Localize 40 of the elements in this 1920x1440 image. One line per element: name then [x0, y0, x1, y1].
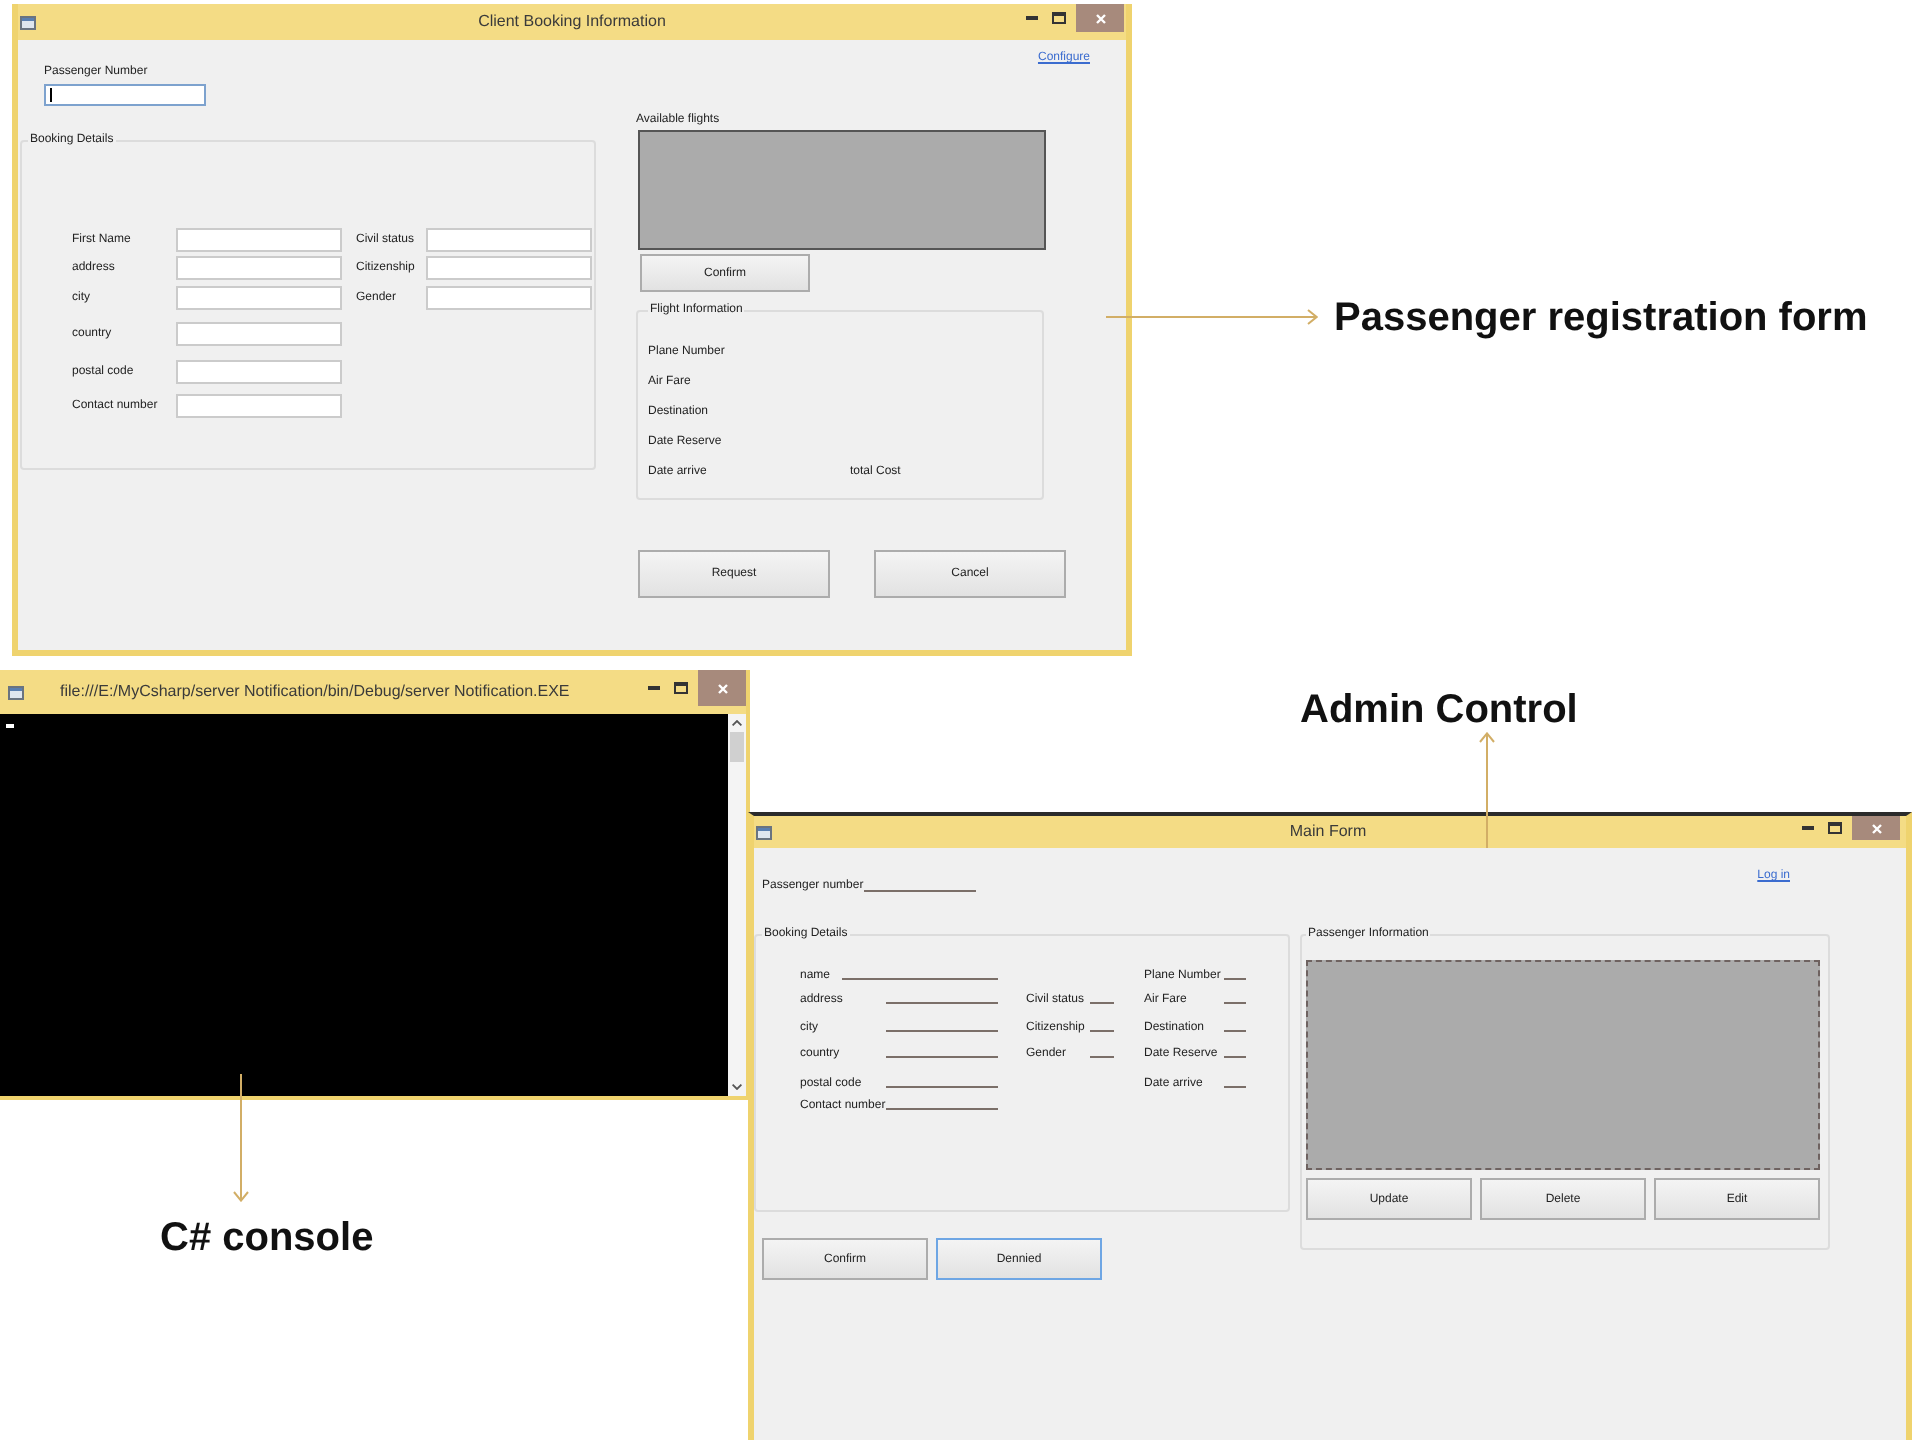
text-field[interactable] — [426, 256, 592, 280]
minimize-icon[interactable] — [648, 686, 660, 690]
text-field[interactable] — [176, 286, 342, 310]
pointer-arrow — [1478, 732, 1496, 848]
window-title: Main Form — [1289, 820, 1367, 844]
maximize-icon[interactable] — [674, 682, 688, 694]
minimize-icon[interactable] — [1802, 826, 1814, 830]
callout-label: Passenger registration form — [1334, 294, 1868, 342]
text-field[interactable] — [176, 394, 342, 418]
window-icon — [20, 16, 36, 30]
text-field[interactable] — [176, 360, 342, 384]
cursor-icon — [6, 724, 14, 728]
callout-label: Admin Control — [1300, 686, 1578, 734]
close-icon — [717, 683, 727, 693]
data-grid[interactable] — [638, 130, 1046, 250]
text-field[interactable] — [426, 286, 592, 310]
close-button[interactable] — [1852, 816, 1900, 840]
minimize-icon[interactable] — [1026, 16, 1038, 20]
close-icon — [1095, 13, 1105, 23]
text-field[interactable] — [426, 228, 592, 252]
scroll-down-icon[interactable] — [732, 1084, 742, 1090]
scrollbar[interactable] — [728, 714, 746, 1096]
text-cursor-icon — [50, 88, 52, 102]
close-icon — [1871, 823, 1881, 833]
window-icon — [8, 686, 24, 700]
text-field[interactable] — [176, 256, 342, 280]
close-button[interactable] — [698, 670, 746, 706]
window-title: Client Booking Information — [478, 10, 666, 34]
text-field[interactable] — [44, 84, 206, 106]
close-button[interactable] — [1076, 4, 1124, 32]
window-icon — [756, 826, 772, 840]
text-field[interactable] — [176, 322, 342, 346]
scroll-up-icon[interactable] — [732, 720, 742, 726]
window-title: file:///E:/MyCsharp/server Notification/bin/Debug/server Notification.EXE — [60, 680, 572, 704]
scroll-thumb[interactable] — [730, 732, 744, 762]
maximize-icon[interactable] — [1828, 822, 1842, 834]
callout-label: C# console — [160, 1214, 374, 1262]
pointer-arrow — [232, 1074, 250, 1202]
maximize-icon[interactable] — [1052, 12, 1066, 24]
text-field[interactable] — [176, 228, 342, 252]
